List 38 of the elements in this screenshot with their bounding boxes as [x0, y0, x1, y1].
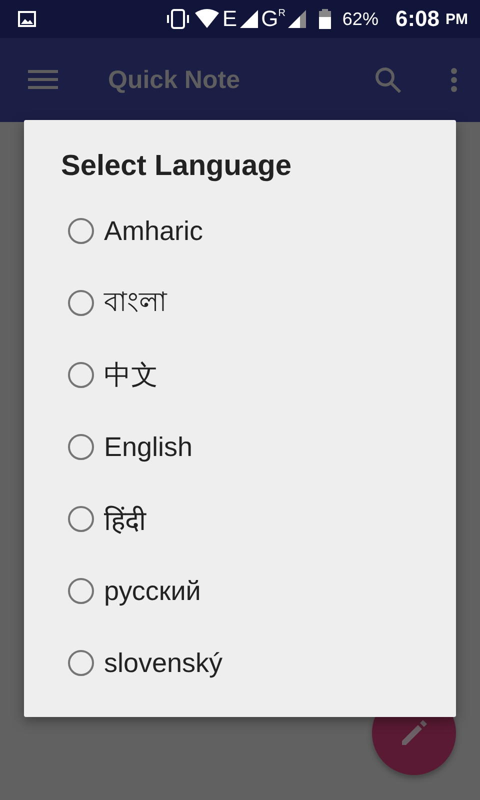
more-options-icon[interactable]: [450, 67, 458, 93]
menu-icon[interactable]: [28, 69, 58, 91]
pencil-icon: [400, 719, 428, 747]
language-option[interactable]: বাংলা: [61, 267, 167, 339]
language-option[interactable]: English: [61, 411, 193, 483]
language-label: Amharic: [104, 216, 204, 246]
clock-time: 6:08: [395, 6, 440, 32]
signal-icon: [288, 10, 306, 28]
image-icon: [18, 11, 36, 27]
language-label: русский: [104, 576, 201, 606]
battery-icon: [319, 9, 332, 29]
battery-percentage: 62%: [342, 8, 378, 30]
radio-button[interactable]: [68, 578, 94, 604]
language-option[interactable]: Amharic: [61, 195, 204, 267]
radio-button[interactable]: [68, 506, 94, 532]
signal-icon: [240, 10, 258, 28]
network-type: E: [222, 6, 238, 32]
language-option[interactable]: 中文: [61, 339, 158, 411]
language-option[interactable]: हिंदी: [61, 483, 146, 555]
roaming-indicator: R: [278, 8, 286, 19]
language-label: slovenský: [104, 648, 223, 678]
language-label: 中文: [104, 359, 158, 392]
radio-button[interactable]: [68, 362, 94, 388]
search-icon[interactable]: [374, 66, 402, 94]
network-type: G: [261, 6, 278, 32]
dialog-title: Select Language: [61, 150, 292, 183]
radio-button[interactable]: [68, 434, 94, 460]
language-label: English: [104, 432, 193, 462]
language-option[interactable]: русский: [61, 555, 201, 627]
language-label: বাংলা: [104, 286, 167, 318]
radio-button[interactable]: [68, 218, 94, 244]
language-label: हिंदी: [104, 504, 146, 538]
clock-period: PM: [446, 10, 468, 28]
wifi-icon: [195, 9, 220, 29]
radio-button[interactable]: [68, 290, 94, 316]
app-title: Quick Note: [108, 66, 241, 94]
radio-button[interactable]: [68, 650, 94, 676]
language-option[interactable]: slovenský: [61, 627, 223, 699]
